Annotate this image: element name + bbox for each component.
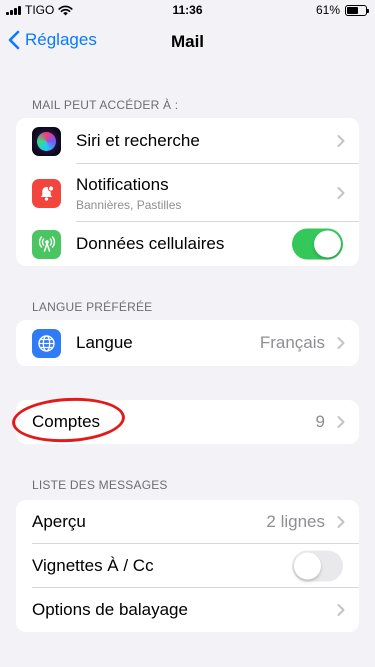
row-language[interactable]: Langue Français [16, 320, 359, 366]
row-accounts[interactable]: Comptes 9 [16, 400, 359, 444]
cellular-toggle[interactable] [292, 228, 343, 260]
chevron-right-icon [337, 416, 345, 428]
row-preview-title: Aperçu [32, 512, 86, 531]
siri-icon [32, 126, 61, 156]
row-language-value: Français [259, 333, 325, 352]
chevron-right-icon [337, 187, 345, 199]
cellular-icon [32, 229, 61, 259]
section-header-language: LANGUE PRÉFÉRÉE [32, 300, 153, 314]
chevron-right-icon [337, 516, 345, 528]
row-siri[interactable]: Siri et recherche [16, 118, 359, 164]
language-group: Langue Français [16, 320, 359, 366]
navigation-bar: Réglages Mail [0, 20, 375, 64]
chevron-right-icon [337, 337, 345, 349]
row-preview[interactable]: Aperçu 2 lignes [16, 500, 359, 544]
row-thumbnails-title: Vignettes À / Cc [32, 556, 154, 575]
row-accounts-title: Comptes [32, 412, 101, 431]
status-right: 61% [315, 3, 369, 17]
status-bar: TIGO 11:36 61% [0, 0, 375, 20]
row-cellular-title: Données cellulaires [76, 234, 225, 253]
chevron-right-icon [337, 135, 345, 147]
access-group: Siri et recherche Notifications Bannière… [16, 118, 359, 266]
row-swipe-title: Options de balayage [32, 600, 188, 619]
row-notifications-title: Notifications [76, 174, 169, 194]
row-thumbnails: Vignettes À / Cc [16, 544, 359, 588]
battery-percent: 61% [315, 3, 340, 17]
globe-icon [32, 328, 61, 358]
notifications-icon [32, 178, 61, 208]
row-siri-title: Siri et recherche [76, 131, 200, 150]
row-notifications-subtitle: Bannières, Pastilles [76, 197, 182, 212]
row-preview-value: 2 lignes [266, 512, 325, 531]
row-notifications[interactable]: Notifications Bannières, Pastilles [16, 164, 359, 222]
section-header-messages: LISTE DES MESSAGES [32, 478, 168, 492]
row-accounts-value: 9 [315, 412, 325, 431]
page-title: Mail [170, 32, 205, 51]
thumbnails-toggle[interactable] [292, 550, 343, 582]
row-language-title: Langue [76, 333, 133, 352]
messages-group: Aperçu 2 lignes Vignettes À / Cc Options… [16, 500, 359, 632]
section-header-access: MAIL PEUT ACCÉDER À : [32, 98, 179, 112]
chevron-right-icon [337, 604, 345, 616]
row-swipe-options[interactable]: Options de balayage [16, 588, 359, 632]
row-cellular: Données cellulaires [16, 222, 359, 266]
battery-icon [345, 4, 369, 16]
accounts-group: Comptes 9 [16, 400, 359, 444]
